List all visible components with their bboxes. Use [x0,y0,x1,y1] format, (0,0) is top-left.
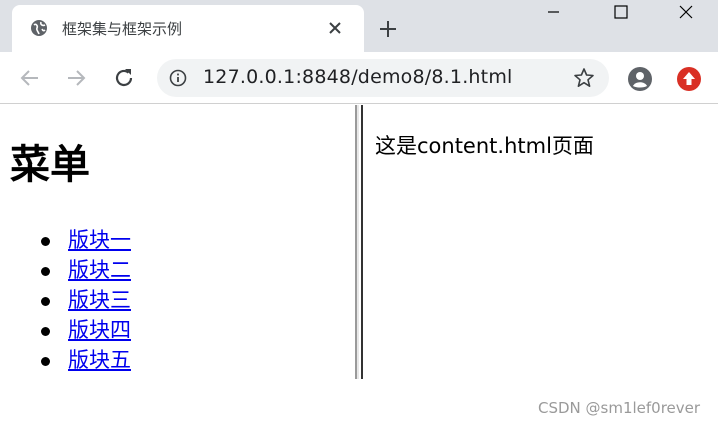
frame-divider[interactable] [355,105,364,379]
back-arrow-icon[interactable] [18,66,42,90]
tab-title: 框架集与框架示例 [62,20,183,38]
close-window-icon[interactable] [663,0,709,30]
divider-line [361,105,363,379]
url-text[interactable]: 127.0.0.1:8848/demo8/8.1.html [203,66,513,88]
page-viewport: 菜单 版块一 版块二 版块三 版块四 版块五 这是content.html页面 [0,105,718,379]
active-tab[interactable]: 框架集与框架示例 [12,5,364,52]
list-item: 版块二 [0,258,131,288]
list-item: 版块一 [0,228,131,258]
bullet-icon [41,357,50,366]
menu-link-3[interactable]: 版块三 [68,288,131,312]
menu-link-5[interactable]: 版块五 [68,348,131,372]
bullet-icon [41,267,50,276]
menu-link-2[interactable]: 版块二 [68,258,131,282]
close-icon[interactable] [327,20,343,36]
toolbar: 127.0.0.1:8848/demo8/8.1.html [0,52,718,104]
bullet-icon [41,327,50,336]
info-icon[interactable] [169,69,187,87]
globe-icon [31,20,47,36]
minimize-icon[interactable] [530,0,576,30]
menu-link-4[interactable]: 版块四 [68,318,131,342]
menu-list: 版块一 版块二 版块三 版块四 版块五 [0,228,131,378]
list-item: 版块四 [0,318,131,348]
watermark-text: CSDN @sm1lef0rever [538,399,701,417]
forward-arrow-icon[interactable] [64,66,88,90]
content-frame: 这是content.html页面 [364,105,718,379]
menu-heading: 菜单 [10,142,90,188]
account-icon[interactable] [627,66,653,92]
reload-icon[interactable] [112,66,136,90]
content-text: 这是content.html页面 [375,134,594,158]
address-bar[interactable]: 127.0.0.1:8848/demo8/8.1.html [157,59,609,97]
bullet-icon [41,237,50,246]
plus-icon[interactable] [378,19,398,39]
list-item: 版块五 [0,348,131,378]
list-item: 版块三 [0,288,131,318]
browser-window: 框架集与框架示例 127.0.0.1:8848/demo8/8.1.html 菜… [0,0,718,425]
maximize-icon[interactable] [598,0,644,30]
extension-icon[interactable] [676,66,702,92]
star-icon[interactable] [573,67,595,89]
menu-link-1[interactable]: 版块一 [68,228,131,252]
tab-strip: 框架集与框架示例 [0,0,718,52]
bullet-icon [41,297,50,306]
divider-line [357,105,359,379]
menu-frame: 菜单 版块一 版块二 版块三 版块四 版块五 [0,105,355,379]
